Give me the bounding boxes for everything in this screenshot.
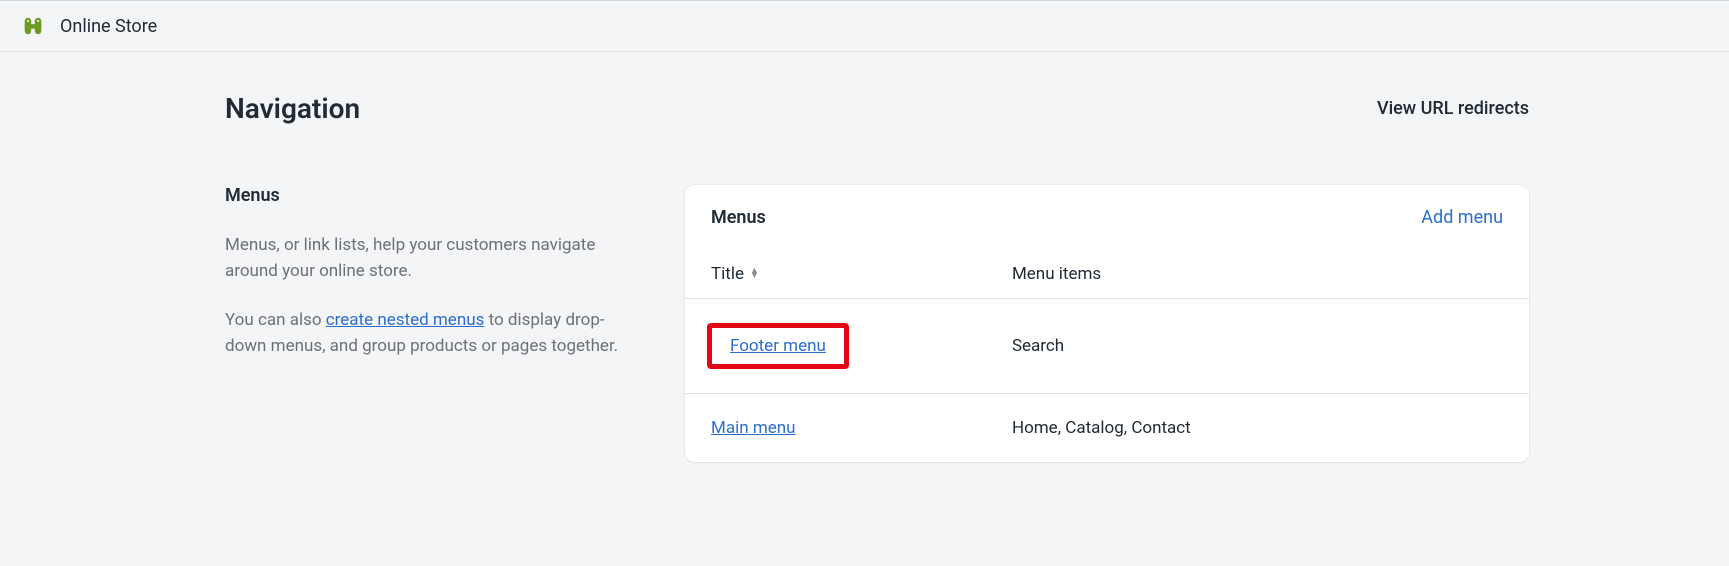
row-title-cell: Main menu xyxy=(711,418,1012,438)
view-url-redirects-link[interactable]: View URL redirects xyxy=(1377,98,1529,119)
sidebar-description-1: Menus, or link lists, help your customer… xyxy=(225,232,645,285)
column-header-menu-items: Menu items xyxy=(1012,264,1503,284)
card-heading: Menus xyxy=(711,207,766,228)
row-title-cell: Footer menu xyxy=(711,323,1012,369)
layout: Menus Menus, or link lists, help your cu… xyxy=(225,185,1529,462)
row-items-cell: Home, Catalog, Contact xyxy=(1012,418,1503,438)
top-bar: Online Store xyxy=(0,0,1729,52)
sidebar-para2-pre: You can also xyxy=(225,310,326,330)
create-nested-menus-link[interactable]: create nested menus xyxy=(326,310,485,330)
highlight-box: Footer menu xyxy=(707,323,849,369)
add-menu-link[interactable]: Add menu xyxy=(1421,207,1503,228)
page-content: Navigation View URL redirects Menus Menu… xyxy=(0,52,1729,502)
sidebar-heading: Menus xyxy=(225,185,645,206)
page-header: Navigation View URL redirects xyxy=(225,92,1529,125)
sidebar-description-2: You can also create nested menus to disp… xyxy=(225,307,645,360)
main-menu-link[interactable]: Main menu xyxy=(711,418,796,438)
menus-card: Menus Add menu Title ▲▼ Menu items Foote… xyxy=(685,185,1529,462)
sort-icon[interactable]: ▲▼ xyxy=(750,269,759,279)
column-title-label: Title xyxy=(711,264,744,284)
store-logo-icon xyxy=(22,15,44,37)
footer-menu-link[interactable]: Footer menu xyxy=(730,336,826,356)
card-header: Menus Add menu xyxy=(685,185,1529,250)
table-row: Footer menu Search xyxy=(685,299,1529,394)
table-row: Main menu Home, Catalog, Contact xyxy=(685,394,1529,462)
menus-sidebar: Menus Menus, or link lists, help your cu… xyxy=(225,185,645,462)
column-header-title[interactable]: Title ▲▼ xyxy=(711,264,1012,284)
page-title: Navigation xyxy=(225,92,360,125)
table-header-row: Title ▲▼ Menu items xyxy=(685,250,1529,299)
row-items-cell: Search xyxy=(1012,336,1503,356)
top-bar-title: Online Store xyxy=(60,16,157,37)
